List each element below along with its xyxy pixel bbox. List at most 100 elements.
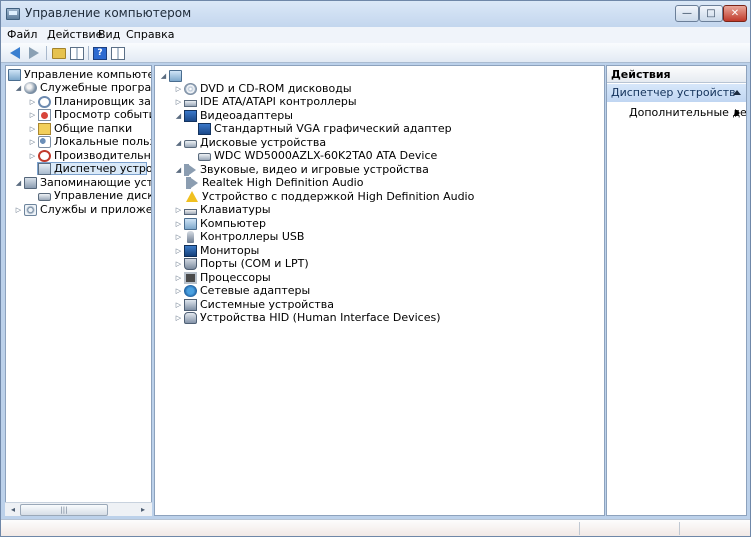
- device-category[interactable]: ▷ Мониторы: [174, 244, 260, 257]
- network-adapter-icon: [184, 284, 197, 297]
- tree-item-storage[interactable]: ◢ Запоминающие устройст: [14, 176, 151, 189]
- help-icon: ?: [93, 46, 107, 60]
- tree-item-device-manager[interactable]: Диспетчер устройств: [37, 162, 151, 175]
- device-category[interactable]: ▷ Контроллеры USB: [174, 230, 305, 243]
- expand-toggle[interactable]: ▷: [174, 286, 183, 295]
- menu-help[interactable]: Справка: [126, 28, 174, 41]
- expand-toggle[interactable]: ▷: [28, 137, 37, 146]
- tree-item-label: Локальные пользовате: [54, 135, 152, 148]
- expand-toggle[interactable]: ▷: [174, 273, 183, 282]
- tree-item-local-users[interactable]: ▷ Локальные пользовате: [28, 135, 152, 148]
- device-category-label: Мониторы: [200, 244, 260, 257]
- tree-item-system-tools[interactable]: ◢ Служебные программы: [14, 81, 151, 94]
- device-category[interactable]: ▷ IDE ATA/ATAPI контроллеры: [174, 95, 357, 108]
- forward-arrow-icon: [29, 47, 39, 59]
- device-category[interactable]: ▷ Процессоры: [174, 271, 271, 284]
- collapse-caret-icon[interactable]: [733, 90, 741, 95]
- expand-toggle[interactable]: ▷: [14, 205, 23, 214]
- tree-item-event-viewer[interactable]: ▷ Просмотр событий: [28, 108, 151, 121]
- device-item[interactable]: Стандартный VGA графический адаптер: [198, 122, 452, 135]
- console-tree-pane[interactable]: Управление компьютером (л ◢ Служебные пр…: [5, 65, 152, 516]
- scroll-left-button[interactable]: ◂: [6, 504, 20, 516]
- expand-toggle[interactable]: ▷: [174, 259, 183, 268]
- device-category[interactable]: ▷ Устройства HID (Human Interface Device…: [174, 311, 441, 324]
- tree-item-label: Просмотр событий: [54, 108, 151, 121]
- expand-toggle[interactable]: ◢: [14, 83, 23, 92]
- title-bar[interactable]: Управление компьютером — □ ✕: [1, 1, 750, 27]
- device-item[interactable]: Realtek High Definition Audio: [186, 176, 363, 189]
- expand-toggle[interactable]: ▷: [174, 219, 183, 228]
- device-item-warning[interactable]: Устройство с поддержкой High Definition …: [186, 190, 474, 203]
- tree-item-performance[interactable]: ▷ Производительность: [28, 149, 151, 162]
- tree-item-services-applications[interactable]: ▷ Службы и приложения: [14, 203, 152, 216]
- expand-toggle[interactable]: ◢: [159, 71, 168, 80]
- submenu-arrow-icon[interactable]: [735, 109, 740, 117]
- toolbar-separator: [46, 46, 47, 60]
- left-pane-horizontal-scrollbar[interactable]: ◂ ||| ▸: [5, 502, 152, 516]
- show-hide-actions-button[interactable]: [110, 45, 126, 61]
- expand-toggle[interactable]: ▷: [28, 124, 37, 133]
- device-category-label: Дисковые устройства: [200, 136, 327, 149]
- expand-toggle[interactable]: ◢: [174, 165, 183, 174]
- device-category[interactable]: ◢ Дисковые устройства: [174, 136, 326, 149]
- expand-toggle[interactable]: ▷: [174, 313, 183, 322]
- expand-toggle[interactable]: ▷: [28, 97, 37, 106]
- device-item[interactable]: WDC WD5000AZLX-60K2TA0 ATA Device: [198, 149, 437, 162]
- tree-item-computer-management[interactable]: Управление компьютером (л: [8, 68, 151, 81]
- scroll-right-button[interactable]: ▸: [136, 504, 150, 516]
- device-tree-pane[interactable]: ◢ ▷ DVD и CD-ROM дисководы ▷ IDE ATA/ATA…: [154, 65, 605, 516]
- menu-action[interactable]: Действие: [47, 28, 102, 41]
- device-category-label: Компьютер: [200, 217, 266, 230]
- expand-toggle[interactable]: ▷: [28, 110, 37, 119]
- help-button[interactable]: ?: [92, 45, 108, 61]
- maximize-button[interactable]: □: [699, 5, 723, 22]
- tree-item-shared-folders[interactable]: ▷ Общие папки: [28, 122, 132, 135]
- menu-view[interactable]: Вид: [98, 28, 120, 41]
- tools-icon: [24, 81, 37, 94]
- back-button[interactable]: [7, 45, 23, 61]
- device-category-label: Процессоры: [200, 271, 271, 284]
- toolbar: ?: [1, 43, 750, 63]
- sound-icon: [184, 163, 197, 176]
- expand-toggle[interactable]: ◢: [174, 138, 183, 147]
- expand-toggle[interactable]: ▷: [174, 205, 183, 214]
- status-bar: [1, 519, 750, 536]
- expand-toggle[interactable]: ▷: [174, 300, 183, 309]
- expand-toggle[interactable]: ▷: [174, 232, 183, 241]
- tree-item-label: Службы и приложения: [40, 203, 152, 216]
- event-viewer-icon: [38, 108, 51, 121]
- minimize-button[interactable]: —: [675, 5, 699, 22]
- menu-file[interactable]: Файл: [7, 28, 37, 41]
- window-title: Управление компьютером: [25, 6, 192, 20]
- expand-toggle[interactable]: ▷: [174, 97, 183, 106]
- tree-item-task-scheduler[interactable]: ▷ Планировщик заданий: [28, 95, 151, 108]
- display-adapter-icon: [198, 122, 211, 135]
- performance-icon: [38, 149, 51, 162]
- device-category[interactable]: ▷ Сетевые адаптеры: [174, 284, 310, 297]
- device-tree-root[interactable]: ◢: [159, 69, 185, 82]
- up-level-button[interactable]: [51, 45, 67, 61]
- expand-toggle[interactable]: ◢: [174, 111, 183, 120]
- device-category[interactable]: ▷ Компьютер: [174, 217, 266, 230]
- device-category[interactable]: ◢ Звуковые, видео и игровые устройства: [174, 163, 429, 176]
- device-category[interactable]: ◢ Видеоадаптеры: [174, 109, 293, 122]
- computer-root-icon: [169, 69, 182, 82]
- menu-bar: Файл Действие Вид Справка: [1, 27, 750, 43]
- forward-button[interactable]: [26, 45, 42, 61]
- device-category[interactable]: ▷ DVD и CD-ROM дисководы: [174, 82, 352, 95]
- close-button[interactable]: ✕: [723, 5, 747, 22]
- device-category[interactable]: ▷ Порты (COM и LPT): [174, 257, 309, 270]
- expand-toggle[interactable]: ◢: [14, 178, 23, 187]
- show-hide-tree-button[interactable]: [69, 45, 85, 61]
- expand-toggle[interactable]: ▷: [28, 151, 37, 160]
- actions-header: Действия: [607, 66, 746, 83]
- actions-section-device-manager[interactable]: Диспетчер устройств: [607, 84, 746, 102]
- expand-toggle[interactable]: ▷: [174, 84, 183, 93]
- expand-toggle[interactable]: ▷: [174, 246, 183, 255]
- tree-item-disk-management[interactable]: Управление дисками: [38, 189, 151, 202]
- device-category[interactable]: ▷ Системные устройства: [174, 298, 334, 311]
- more-actions-item[interactable]: Дополнительные дей...: [629, 106, 746, 119]
- device-category[interactable]: ▷ Клавиатуры: [174, 203, 271, 216]
- scroll-thumb[interactable]: |||: [20, 504, 108, 516]
- tree-item-label: Планировщик заданий: [54, 95, 151, 108]
